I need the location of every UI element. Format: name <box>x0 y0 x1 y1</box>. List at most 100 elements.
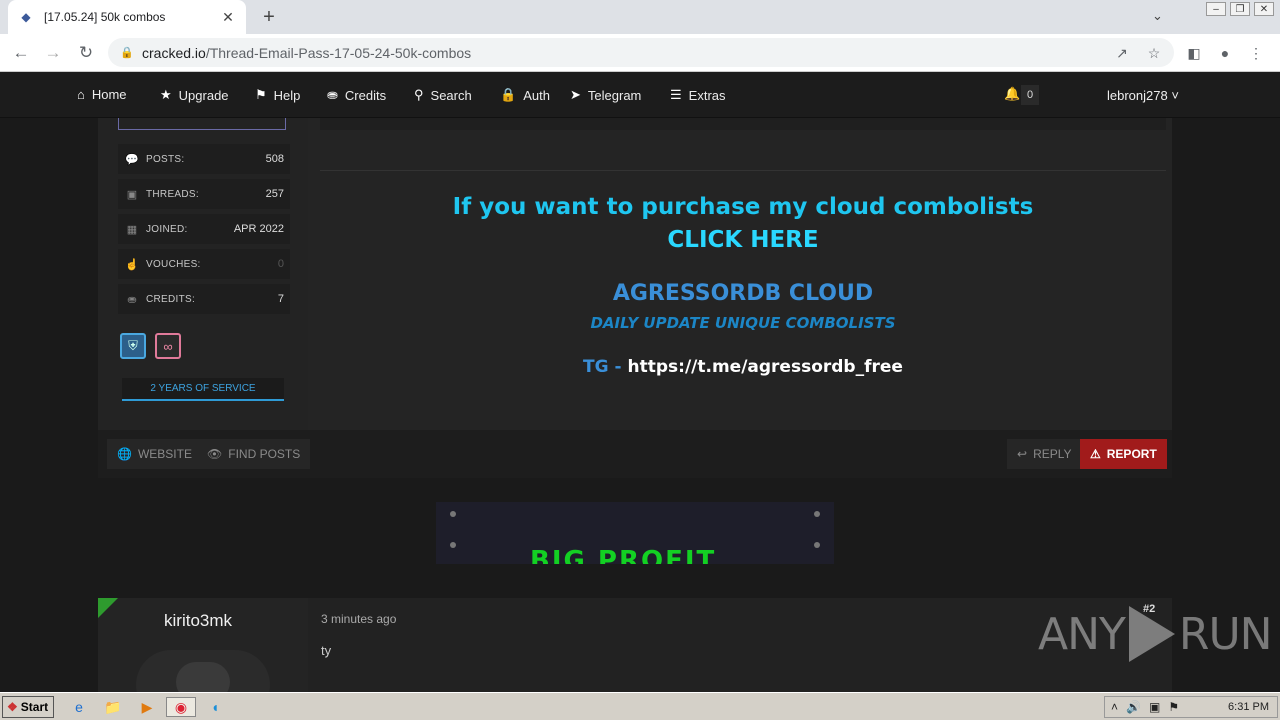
browser-tab[interactable]: ◆ [17.05.24] 50k combos ✕ <box>8 0 246 34</box>
url-path: /Thread-Email-Pass-17-05-24-50k-combos <box>205 44 472 61</box>
media-player-icon[interactable]: ▶ <box>136 697 158 717</box>
stat-vouches: ☝ VOUCHES: 0 <box>118 249 290 279</box>
nav-item-telegram[interactable]: ➤ Telegram <box>570 87 641 103</box>
home-icon: ⌂ <box>77 87 85 102</box>
bookmark-star-icon[interactable]: ☆ <box>1144 43 1164 63</box>
nav-item-credits[interactable]: ⛂ Credits <box>327 87 386 103</box>
warning-icon: ⚠ <box>1090 447 1101 461</box>
chrome-menu-icon[interactable]: ⋮ <box>1246 43 1266 63</box>
nav-item-auth[interactable]: 🔒 Auth <box>500 87 550 103</box>
coins-icon: ⛂ <box>127 293 137 306</box>
network-icon[interactable]: ▣ <box>1149 700 1160 714</box>
thumbs-up-icon: ☝ <box>125 258 139 271</box>
comments-icon: 💬 <box>125 153 139 166</box>
calendar-icon: ▦ <box>126 223 138 236</box>
award-badge-infinity-icon[interactable]: ∞ <box>155 333 181 359</box>
share-icon[interactable]: ↗ <box>1112 43 1132 63</box>
window-controls: – ❐ ✕ <box>1206 2 1274 16</box>
reply-button[interactable]: ↩ REPLY <box>1007 439 1082 469</box>
edge-icon[interactable]: ◖ <box>204 697 226 717</box>
stat-threads: ▣ THREADS: 257 <box>118 179 290 209</box>
user-menu[interactable]: lebronj278 ˅ <box>1107 88 1179 103</box>
stat-credits: ⛂ CREDITS: 7 <box>118 284 290 314</box>
post-2: kirito3mk 3 minutes ago ty #2 <box>98 598 1172 720</box>
ad-dot <box>814 542 820 548</box>
forward-arrow-icon[interactable]: → <box>42 42 64 64</box>
site-navbar: ⌂ Home ★ Upgrade ⚑ Help ⛂ Credits ⚲ Search 🔒 A… <box>0 72 1280 118</box>
ad-dot <box>814 511 820 517</box>
new-tab-button[interactable]: + <box>258 6 280 28</box>
post-message: ty <box>321 643 332 658</box>
telegram-icon: ➤ <box>570 87 581 102</box>
site-favicon-icon: ◆ <box>21 10 31 24</box>
tab-search-chevron-icon[interactable]: ⌄ <box>1152 8 1170 26</box>
reply-icon: ↩ <box>1017 447 1028 461</box>
ad-banner[interactable]: BIG PROFIT <box>436 502 834 564</box>
close-window-button[interactable]: ✕ <box>1254 2 1274 16</box>
nav-item-search[interactable]: ⚲ Search <box>414 87 472 103</box>
restore-button[interactable]: ❐ <box>1230 2 1250 16</box>
stat-joined: ▦ JOINED: APR 2022 <box>118 214 290 244</box>
coins-icon: ⛂ <box>327 87 338 102</box>
play-icon <box>1128 606 1175 662</box>
notification-count[interactable]: 0 <box>1021 85 1039 105</box>
post-header-strip <box>320 118 1166 130</box>
internet-explorer-icon[interactable]: e <box>68 697 90 717</box>
post-2-username[interactable]: kirito3mk <box>164 611 232 631</box>
system-tray: ˄ 🔊 ▣ ⚑ 6:31 PM <box>1104 696 1278 718</box>
taskbar: ❖ Start e 📁 ▶ ◉ ◖ ˄ 🔊 ▣ ⚑ 6:31 PM <box>0 692 1280 720</box>
post-actions-bar: 🌐 WEBSITE 👁 FIND POSTS ↩ REPLY ⚠ REPORT <box>98 430 1172 478</box>
windows-logo-icon: ❖ <box>7 700 18 714</box>
nav-item-extras[interactable]: ☰ Extras <box>670 87 726 103</box>
volume-icon[interactable]: 🔊 <box>1126 700 1141 714</box>
start-button[interactable]: ❖ Start <box>2 696 54 718</box>
chrome-icon[interactable]: ◉ <box>166 697 196 717</box>
nav-item-upgrade[interactable]: ★ Upgrade <box>160 87 229 103</box>
star-icon: ★ <box>160 87 172 102</box>
tab-title: [17.05.24] 50k combos <box>44 10 166 24</box>
browser-toolbar: ← → ↻ 🔒 cracked.io/Thread-Email-Pass-17-… <box>0 34 1280 72</box>
anyrun-watermark: ANY RUN <box>1038 606 1273 662</box>
book-icon: ▣ <box>126 188 138 201</box>
action-center-flag-icon[interactable]: ⚑ <box>1168 700 1179 714</box>
globe-icon: 🌐 <box>117 447 132 461</box>
flag-icon: ⚑ <box>255 87 267 102</box>
post-timestamp: 3 minutes ago <box>321 612 397 626</box>
telegram-label: TG - <box>583 357 628 377</box>
bell-icon[interactable]: 🔔 <box>1004 86 1020 102</box>
reload-icon[interactable]: ↻ <box>75 42 97 64</box>
menu-icon: ☰ <box>670 87 682 102</box>
post-body: If you want to purchase my cloud comboli… <box>320 118 1166 430</box>
website-button[interactable]: 🌐 WEBSITE <box>107 439 202 469</box>
padlock-icon[interactable]: 🔒 <box>120 46 134 59</box>
click-here-link[interactable]: CLICK HERE <box>320 227 1166 253</box>
find-posts-button[interactable]: 👁 FIND POSTS <box>197 439 311 469</box>
side-panel-icon[interactable]: ◧ <box>1184 43 1204 63</box>
report-button[interactable]: ⚠ REPORT <box>1080 439 1167 469</box>
post-divider <box>320 170 1166 171</box>
service-badge: 2 YEARS OF SERVICE <box>122 378 284 401</box>
tray-expand-icon[interactable]: ˄ <box>1111 700 1118 714</box>
tab-close-icon[interactable]: ✕ <box>220 9 236 25</box>
profile-icon[interactable]: ● <box>1215 43 1235 63</box>
telegram-link[interactable]: https://t.me/agressordb_free <box>628 357 903 377</box>
folder-icon[interactable]: 📁 <box>102 697 124 717</box>
brand-title: AGRESSORDB CLOUD <box>612 281 874 306</box>
lock-icon: 🔒 <box>500 87 517 102</box>
nav-item-help[interactable]: ⚑ Help <box>255 87 300 103</box>
promo-headline[interactable]: If you want to purchase my cloud comboli… <box>320 194 1166 220</box>
chevron-down-icon: ˅ <box>1171 88 1179 103</box>
clock[interactable]: 6:31 PM <box>1228 701 1269 713</box>
nav-item-home[interactable]: ⌂ Home <box>77 87 127 102</box>
address-bar[interactable]: 🔒 cracked.io/Thread-Email-Pass-17-05-24-… <box>108 38 1174 67</box>
author-sidebar: 💬 POSTS: 508 ▣ THREADS: 257 ▦ JOINED: AP… <box>98 118 308 430</box>
award-badge-shield-icon[interactable]: ⛨ <box>120 333 146 359</box>
minimize-button[interactable]: – <box>1206 2 1226 16</box>
ad-dot <box>450 542 456 548</box>
ad-dot <box>450 511 456 517</box>
browser-tab-strip: ◆ [17.05.24] 50k combos ✕ + ⌄ – ❐ ✕ <box>0 0 1280 34</box>
eye-icon: 👁 <box>207 447 223 461</box>
ad-text: BIG PROFIT <box>530 546 717 564</box>
back-arrow-icon[interactable]: ← <box>10 42 32 64</box>
online-indicator <box>98 598 118 618</box>
